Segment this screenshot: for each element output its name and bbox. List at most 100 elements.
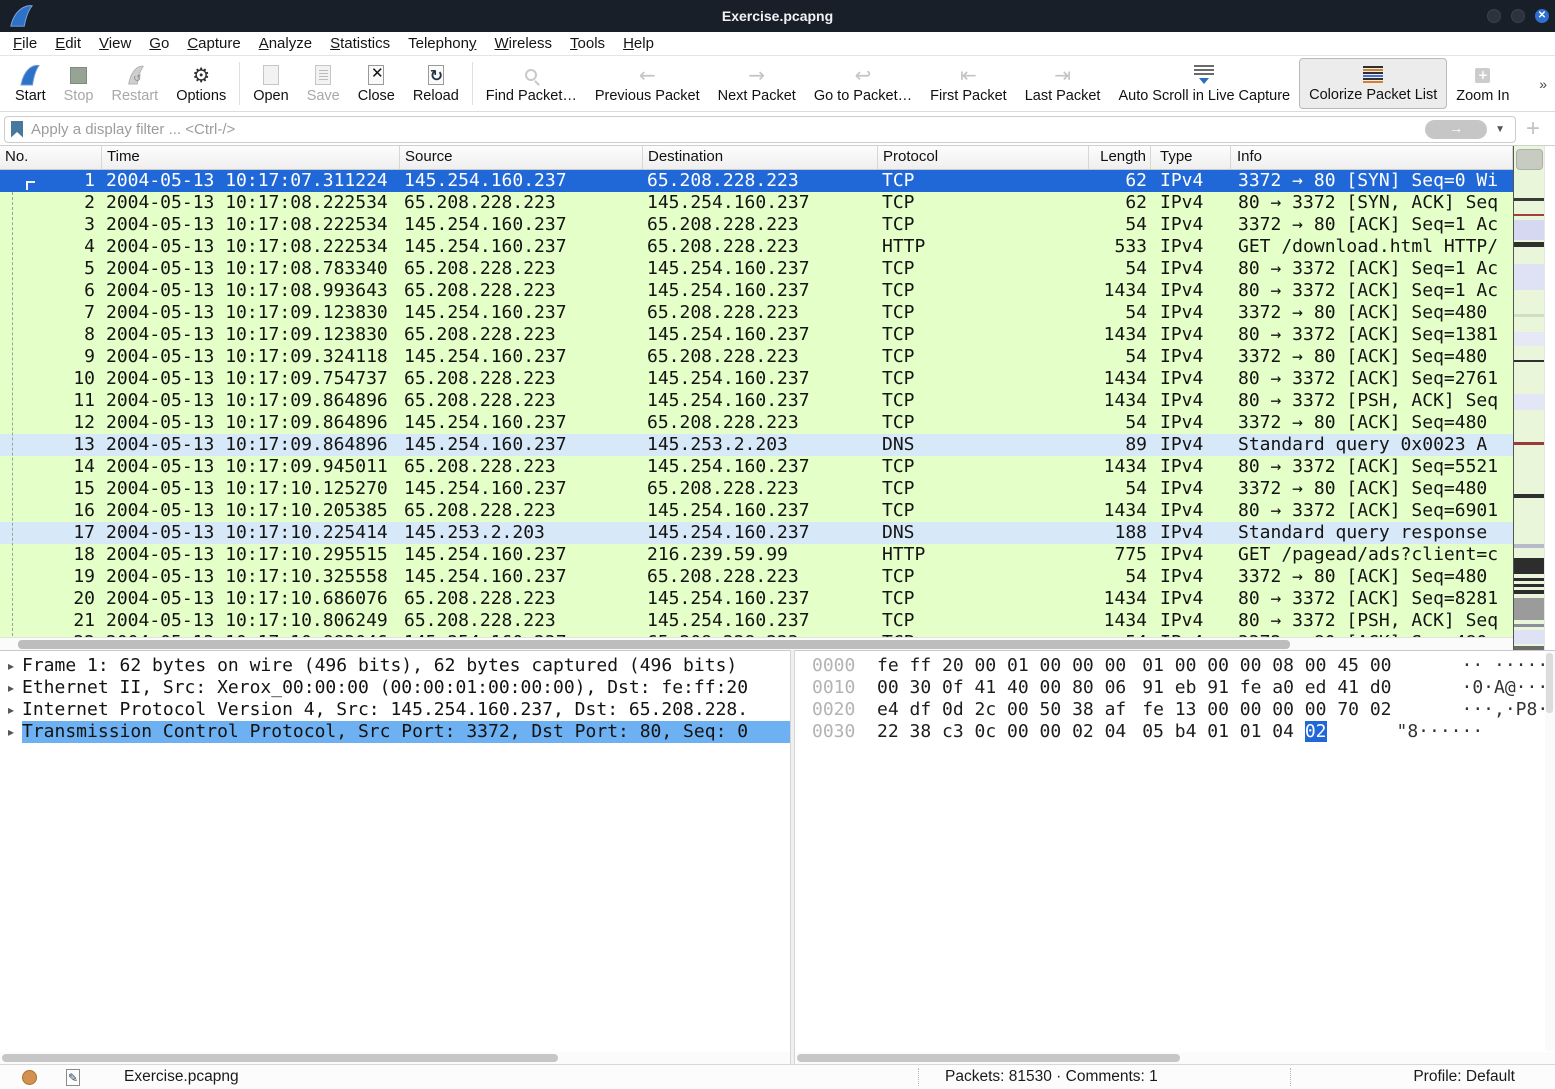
expander-arrow-icon[interactable]: ▸	[0, 655, 22, 677]
packet-row[interactable]: 4 2004-05-13 10:17:08.222534 145.254.160…	[0, 236, 1513, 258]
hex-row[interactable]: 0020 e4 df 0d 2c 00 50 38 af fe 13 00 00…	[795, 699, 1555, 721]
scrollbar-thumb[interactable]	[1546, 653, 1553, 713]
column-header-no[interactable]: No.	[0, 146, 102, 169]
expander-arrow-icon[interactable]: ▸	[0, 677, 22, 699]
column-header-source[interactable]: Source	[400, 146, 643, 169]
expander-arrow-icon[interactable]: ▸	[0, 721, 22, 743]
cell-info: Standard query response	[1238, 522, 1488, 543]
packet-row[interactable]: 6 2004-05-13 10:17:08.993643 65.208.228.…	[0, 280, 1513, 302]
status-profile[interactable]: Profile: Default	[1413, 1068, 1515, 1086]
zoom-in-button[interactable]: + Zoom In	[1447, 58, 1518, 109]
go-to-packet-button[interactable]: ↩ Go to Packet…	[805, 58, 921, 109]
scrollbar-thumb[interactable]	[1516, 149, 1543, 170]
packet-rows: 1 2004-05-13 10:17:07.311224 145.254.160…	[0, 170, 1513, 637]
apply-filter-button[interactable]: →	[1425, 119, 1488, 139]
capture-comment-icon[interactable]	[66, 1069, 80, 1086]
packet-row[interactable]: 13 2004-05-13 10:17:09.864896 145.254.16…	[0, 434, 1513, 456]
hex-row[interactable]: 0030 22 38 c3 0c 00 00 02 04 05 b4 01 01…	[795, 721, 1555, 743]
packet-row[interactable]: 20 2004-05-13 10:17:10.686076 65.208.228…	[0, 588, 1513, 610]
details-horizontal-scrollbar[interactable]	[0, 1052, 790, 1064]
packet-row[interactable]: 12 2004-05-13 10:17:09.864896 145.254.16…	[0, 412, 1513, 434]
packet-row[interactable]: 15 2004-05-13 10:17:10.125270 145.254.16…	[0, 478, 1513, 500]
packet-row[interactable]: 14 2004-05-13 10:17:09.945011 65.208.228…	[0, 456, 1513, 478]
packet-row[interactable]: 19 2004-05-13 10:17:10.325558 145.254.16…	[0, 566, 1513, 588]
menu-item[interactable]: Tools	[561, 32, 614, 56]
menu-item[interactable]: Edit	[46, 32, 90, 56]
previous-packet-button[interactable]: ← Previous Packet	[586, 58, 709, 109]
expander-arrow-icon[interactable]: ▸	[0, 699, 22, 721]
restart-capture-button[interactable]: ↺ Restart	[102, 58, 167, 109]
packet-row[interactable]: 1 2004-05-13 10:17:07.311224 145.254.160…	[0, 170, 1513, 192]
menu-item[interactable]: Analyze	[250, 32, 321, 56]
menu-item[interactable]: Help	[614, 32, 663, 56]
packet-row[interactable]: 3 2004-05-13 10:17:08.222534 145.254.160…	[0, 214, 1513, 236]
close-file-button[interactable]: ✕ Close	[349, 58, 404, 109]
packet-row[interactable]: 9 2004-05-13 10:17:09.324118 145.254.160…	[0, 346, 1513, 368]
menu-item[interactable]: Capture	[178, 32, 249, 56]
column-header-time[interactable]: Time	[102, 146, 400, 169]
packet-row[interactable]: 7 2004-05-13 10:17:09.123830 145.254.160…	[0, 302, 1513, 324]
stop-capture-button[interactable]: Stop	[55, 58, 103, 109]
packet-row[interactable]: 11 2004-05-13 10:17:09.864896 65.208.228…	[0, 390, 1513, 412]
first-packet-button[interactable]: ⇤ First Packet	[921, 58, 1016, 109]
menu-item[interactable]: File	[4, 32, 46, 56]
scrollbar-thumb[interactable]	[18, 640, 1290, 649]
display-filter-input[interactable]	[31, 120, 1420, 138]
menu-item[interactable]: Telephony	[399, 32, 485, 56]
menu-item[interactable]: Statistics	[321, 32, 399, 56]
cell-info: 3372 → 80 [ACK] Seq=480	[1238, 346, 1488, 367]
scrollbar-thumb[interactable]	[2, 1054, 558, 1062]
add-filter-button[interactable]: +	[1526, 117, 1540, 141]
menu-item[interactable]: View	[90, 32, 140, 56]
detail-frame-row[interactable]: ▸ Frame 1: 62 bytes on wire (496 bits), …	[0, 655, 790, 677]
next-packet-button[interactable]: → Next Packet	[709, 58, 805, 109]
find-packet-button[interactable]: Find Packet…	[477, 58, 586, 109]
detail-ethernet-row[interactable]: ▸ Ethernet II, Src: Xerox_00:00:00 (00:0…	[0, 677, 790, 699]
open-file-button[interactable]: Open	[244, 58, 297, 109]
save-file-button[interactable]: Save	[298, 58, 349, 109]
hex-horizontal-scrollbar[interactable]	[795, 1052, 1555, 1064]
related-packets-line	[12, 192, 13, 636]
packet-row[interactable]: 5 2004-05-13 10:17:08.783340 65.208.228.…	[0, 258, 1513, 280]
packet-row[interactable]: 16 2004-05-13 10:17:10.205385 65.208.228…	[0, 500, 1513, 522]
selected-byte[interactable]: 02	[1304, 721, 1327, 742]
column-header-destination[interactable]: Destination	[643, 146, 878, 169]
cell-source: 65.208.228.223	[404, 456, 556, 477]
minimize-button[interactable]	[1487, 9, 1501, 23]
packet-row[interactable]: 8 2004-05-13 10:17:09.123830 65.208.228.…	[0, 324, 1513, 346]
reload-file-button[interactable]: ↻ Reload	[404, 58, 468, 109]
column-header-length[interactable]: Length	[1089, 146, 1151, 169]
toolbar-overflow-chevron[interactable]: »	[1539, 76, 1547, 92]
menu-item[interactable]: Go	[140, 32, 178, 56]
colorize-packet-list-button[interactable]: Colorize Packet List	[1299, 58, 1448, 109]
detail-ip-row[interactable]: ▸ Internet Protocol Version 4, Src: 145.…	[0, 699, 790, 721]
column-header-type[interactable]: Type	[1151, 146, 1231, 169]
packet-row[interactable]: 21 2004-05-13 10:17:10.806249 65.208.228…	[0, 610, 1513, 632]
capture-options-button[interactable]: ⚙ Options	[167, 58, 235, 109]
start-capture-button[interactable]: Start	[6, 58, 55, 109]
menu-item[interactable]: Wireless	[486, 32, 562, 56]
packet-list-horizontal-scrollbar[interactable]	[0, 637, 1513, 650]
column-header-info[interactable]: Info	[1231, 146, 1513, 169]
hex-vertical-scrollbar[interactable]	[1545, 651, 1555, 1051]
cell-info: 80 → 3372 [PSH, ACK] Seq	[1238, 610, 1499, 631]
last-packet-button[interactable]: ⇥ Last Packet	[1016, 58, 1110, 109]
hex-row[interactable]: 0010 00 30 0f 41 40 00 80 06 91 eb 91 fe…	[795, 677, 1555, 699]
intelligent-scrollbar[interactable]	[1513, 146, 1544, 650]
auto-scroll-button[interactable]: Auto Scroll in Live Capture	[1109, 58, 1299, 109]
packet-row[interactable]: 17 2004-05-13 10:17:10.225414 145.253.2.…	[0, 522, 1513, 544]
hex-row[interactable]: 0000 fe ff 20 00 01 00 00 00 01 00 00 00…	[795, 655, 1555, 677]
display-filter-box[interactable]: → ▼	[4, 115, 1516, 143]
expert-info-icon[interactable]	[22, 1070, 37, 1085]
column-header-protocol[interactable]: Protocol	[878, 146, 1089, 169]
close-window-button[interactable]: ✕	[1535, 9, 1549, 23]
cell-info: 80 → 3372 [ACK] Seq=5521	[1238, 456, 1499, 477]
detail-tcp-row-selected[interactable]: ▸ Transmission Control Protocol, Src Por…	[0, 721, 790, 743]
maximize-button[interactable]	[1511, 9, 1525, 23]
bookmark-icon[interactable]	[11, 120, 23, 138]
scrollbar-thumb[interactable]	[797, 1054, 1180, 1062]
packet-row[interactable]: 2 2004-05-13 10:17:08.222534 65.208.228.…	[0, 192, 1513, 214]
packet-row[interactable]: 18 2004-05-13 10:17:10.295515 145.254.16…	[0, 544, 1513, 566]
packet-row[interactable]: 10 2004-05-13 10:17:09.754737 65.208.228…	[0, 368, 1513, 390]
filter-dropdown-caret-icon[interactable]: ▼	[1495, 124, 1505, 135]
